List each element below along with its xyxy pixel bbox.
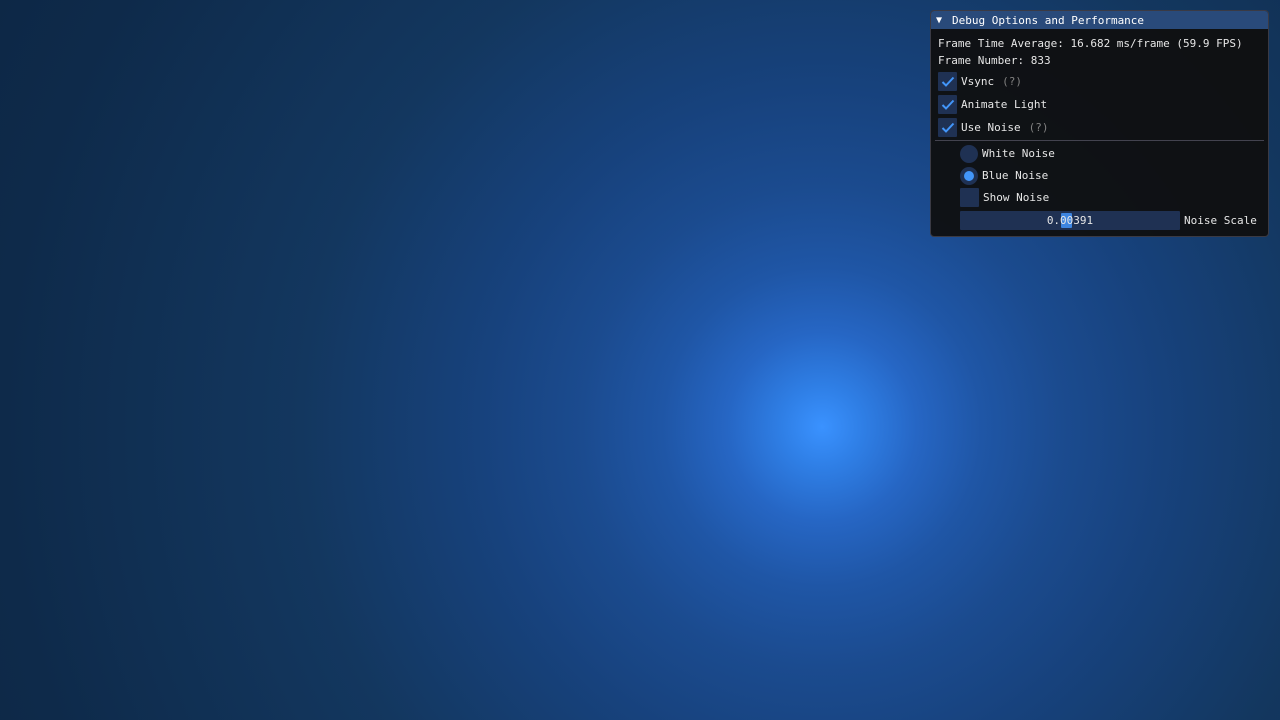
animate-light-checkbox[interactable]: [938, 95, 957, 114]
use-noise-option[interactable]: Use Noise (?): [938, 118, 1048, 137]
noise-scale-value: 0.00391: [1046, 214, 1094, 227]
use-noise-help-marker[interactable]: (?): [1029, 121, 1049, 134]
vsync-help-marker[interactable]: (?): [1002, 75, 1022, 88]
noise-scale-label: Noise Scale: [1184, 214, 1257, 227]
show-noise-checkbox[interactable]: [960, 188, 979, 207]
checkmark-icon: [941, 122, 954, 133]
white-noise-option[interactable]: White Noise: [960, 144, 1055, 163]
use-noise-checkbox[interactable]: [938, 118, 957, 137]
noise-scale-control[interactable]: 0.00391 Noise Scale: [960, 211, 1257, 230]
window-title: Debug Options and Performance: [952, 13, 1145, 27]
animate-light-label: Animate Light: [961, 98, 1048, 111]
blue-noise-option[interactable]: Blue Noise: [960, 166, 1048, 185]
checkmark-icon: [941, 99, 954, 110]
checkmark-icon: [941, 76, 954, 87]
blue-noise-radio[interactable]: [960, 166, 978, 185]
show-noise-option[interactable]: Show Noise: [960, 188, 1049, 207]
separator: [935, 140, 1264, 141]
noise-scale-slider[interactable]: 0.00391: [960, 211, 1180, 230]
triangle-down-icon[interactable]: ▼: [936, 15, 948, 26]
vsync-label: Vsync: [961, 75, 995, 88]
debug-options-window[interactable]: ▼ Debug Options and Performance Frame Ti…: [930, 10, 1269, 237]
white-noise-radio[interactable]: [960, 144, 978, 163]
use-noise-label: Use Noise: [961, 121, 1021, 134]
window-titlebar[interactable]: ▼ Debug Options and Performance: [931, 11, 1268, 29]
animate-light-option[interactable]: Animate Light: [938, 95, 1047, 114]
white-noise-label: White Noise: [982, 147, 1055, 160]
blue-noise-label: Blue Noise: [982, 169, 1049, 182]
vsync-checkbox[interactable]: [938, 72, 957, 91]
vsync-option[interactable]: Vsync (?): [938, 72, 1022, 91]
frame-time-text: Frame Time Average: 16.682 ms/frame (59.…: [938, 37, 1243, 50]
frame-number-text: Frame Number: 833: [938, 54, 1051, 67]
show-noise-label: Show Noise: [983, 191, 1050, 204]
radio-selected-dot: [964, 170, 974, 181]
